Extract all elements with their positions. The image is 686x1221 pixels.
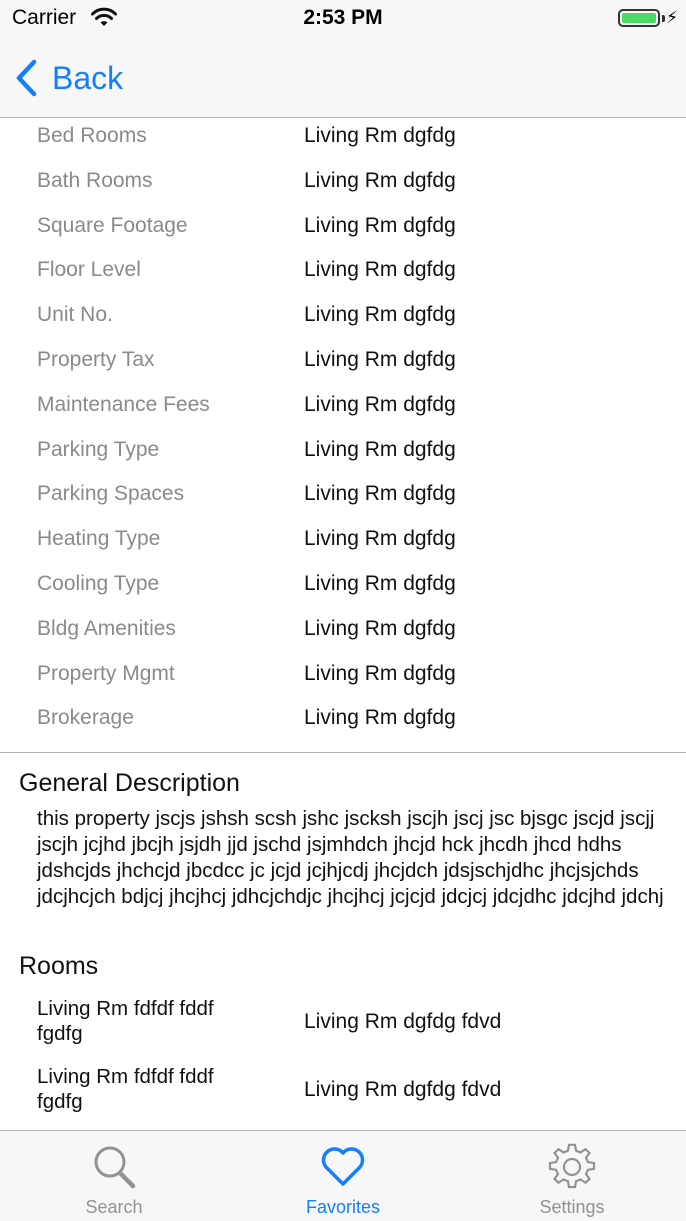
tab-settings[interactable]: Settings <box>458 1131 686 1221</box>
property-value: Living Rm dgfdg <box>304 616 456 640</box>
property-value: Living Rm dgfdg <box>304 661 456 685</box>
property-row: Brokerage Living Rm dgfdg <box>0 696 686 741</box>
property-label: Square Footage <box>37 213 188 237</box>
property-label: Bldg Amenities <box>37 616 176 640</box>
heart-icon <box>321 1147 365 1186</box>
property-value: Living Rm dgfdg <box>304 706 456 730</box>
property-label: Heating Type <box>37 527 161 551</box>
property-value: Living Rm dgfdg <box>304 258 456 282</box>
property-row: Cooling Type Living Rm dgfdg <box>0 562 686 607</box>
battery-icon <box>618 9 660 27</box>
property-row: Property Mgmt Living Rm dgfdg <box>0 652 686 697</box>
property-label: Property Tax <box>37 347 155 371</box>
property-label: Bath Rooms <box>37 168 153 192</box>
gear-icon <box>548 1143 596 1189</box>
property-row: Bldg Amenities Living Rm dgfdg <box>0 607 686 652</box>
tab-label: Search <box>85 1197 143 1217</box>
property-label: Brokerage <box>37 706 134 730</box>
room-value: Living Rm dgfdg fdvd <box>304 1078 502 1101</box>
property-row: Maintenance Fees Living Rm dgfdg <box>0 383 686 428</box>
tab-bar: Search Favorites Settings <box>0 1130 686 1221</box>
property-value: Living Rm dgfdg <box>304 124 456 147</box>
battery-level <box>622 13 656 23</box>
general-description-title: General Description <box>19 769 240 797</box>
room-name: Living Rm fdfdf fddf fgdfg <box>37 1065 214 1113</box>
room-row: Living Rm fdfdf fddf fgdfg Living Rm dgf… <box>0 1064 686 1118</box>
back-label: Back <box>52 59 124 96</box>
property-row: Parking Type Living Rm dgfdg <box>0 428 686 473</box>
room-name: Living Rm fdfdf fddf fgdfg <box>37 997 214 1045</box>
back-button[interactable]: Back <box>14 56 123 100</box>
property-row: Square Footage Living Rm dgfdg <box>0 204 686 249</box>
property-value: Living Rm dgfdg <box>304 571 456 595</box>
property-value: Living Rm dgfdg <box>304 303 456 327</box>
section-divider <box>0 752 686 753</box>
property-value: Living Rm dgfdg <box>304 482 456 506</box>
property-label: Unit No. <box>37 303 113 327</box>
property-value: Living Rm dgfdg <box>304 392 456 416</box>
property-row: Bath Rooms Living Rm dgfdg <box>0 159 686 204</box>
property-details-list: Bed Rooms Living Rm dgfdg Bath Rooms Liv… <box>0 114 686 741</box>
property-row: Bed Rooms Living Rm dgfdg <box>0 114 686 159</box>
room-value: Living Rm dgfdg fdvd <box>304 1010 502 1033</box>
property-label: Floor Level <box>37 258 141 282</box>
property-row: Unit No. Living Rm dgfdg <box>0 293 686 338</box>
property-row: Property Tax Living Rm dgfdg <box>0 338 686 383</box>
property-label: Cooling Type <box>37 571 160 595</box>
tab-search[interactable]: Search <box>0 1131 228 1221</box>
status-bar: Carrier 2:53 PM ⚡ <box>0 0 686 40</box>
property-row: Heating Type Living Rm dgfdg <box>0 517 686 562</box>
rooms-title: Rooms <box>19 952 99 980</box>
tab-favorites[interactable]: Favorites <box>229 1131 457 1221</box>
battery-tip <box>662 15 665 22</box>
property-value: Living Rm dgfdg <box>304 213 456 237</box>
property-value: Living Rm dgfdg <box>304 437 456 461</box>
property-value: Living Rm dgfdg <box>304 347 456 371</box>
status-time: 2:53 PM <box>303 6 383 29</box>
property-value: Living Rm dgfdg <box>304 168 456 192</box>
room-row: Living Rm fdfdf fddf fgdfg Living Rm dgf… <box>0 996 686 1050</box>
general-description-text: this property jscjs jshsh scsh jshc jsck… <box>37 807 664 908</box>
tab-label: Favorites <box>305 1197 381 1217</box>
chevron-left-icon <box>16 59 37 97</box>
property-label: Maintenance Fees <box>37 392 210 416</box>
property-label: Bed Rooms <box>37 124 147 147</box>
property-label: Parking Type <box>37 437 160 461</box>
property-row: Parking Spaces Living Rm dgfdg <box>0 472 686 517</box>
property-label: Property Mgmt <box>37 661 175 685</box>
navigation-bar: Back <box>0 40 686 118</box>
search-icon <box>94 1146 136 1189</box>
tab-label: Settings <box>539 1197 605 1217</box>
property-row: Floor Level Living Rm dgfdg <box>0 248 686 293</box>
property-label: Parking Spaces <box>37 482 185 506</box>
charging-icon: ⚡ <box>666 8 678 27</box>
property-value: Living Rm dgfdg <box>304 527 456 551</box>
